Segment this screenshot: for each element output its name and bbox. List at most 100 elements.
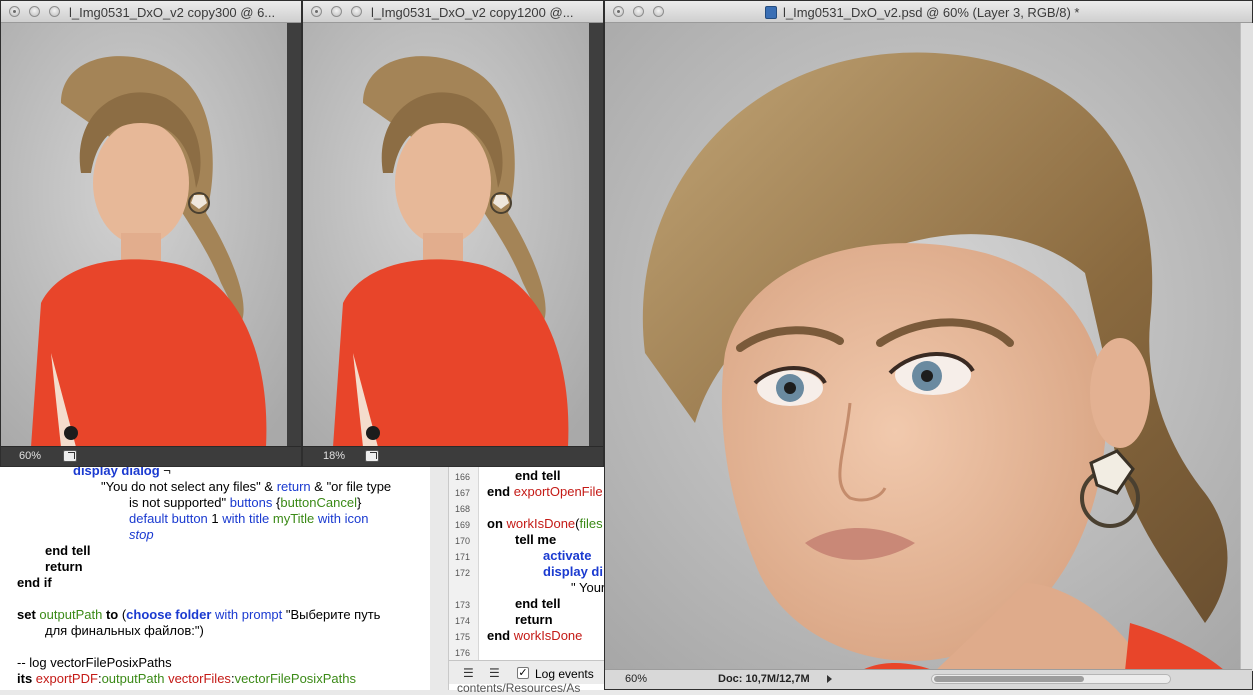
image-canvas[interactable]: [605, 23, 1240, 671]
document-window-main-psd[interactable]: l_Img0531_DxO_v2.psd @ 60% (Layer 3, RGB…: [604, 0, 1253, 690]
code-line[interactable]: "You do not select any files" & return &…: [101, 479, 391, 495]
code-line[interactable]: return: [45, 559, 83, 575]
code-line[interactable]: end tell: [515, 468, 561, 484]
code-token: exportPDF: [35, 671, 98, 686]
code-token: files: [579, 516, 603, 531]
vertical-scrollbar[interactable]: [1240, 23, 1253, 671]
code-token: & "or file type: [310, 479, 392, 494]
code-line[interactable]: display di: [543, 564, 603, 580]
code-line[interactable]: on workIsDone(files: [487, 516, 603, 532]
code-token: with icon: [317, 511, 369, 526]
code-token: myTitle: [272, 511, 315, 526]
close-icon[interactable]: [613, 6, 624, 17]
code-token: outputPath: [101, 671, 165, 686]
code-line[interactable]: default button 1 with title myTitle with…: [129, 511, 368, 527]
horizontal-scroll-thumb[interactable]: [934, 676, 1084, 682]
code-token: vectorFiles: [168, 671, 231, 686]
zoom-icon[interactable]: [49, 6, 60, 17]
code-token: display di: [543, 564, 603, 579]
window-title: l_Img0531_DxO_v2 copy1200 @...: [371, 5, 574, 20]
minimize-icon[interactable]: [633, 6, 644, 17]
code-token: outputPath: [39, 607, 103, 622]
code-line[interactable]: " Your: [571, 580, 605, 596]
code-token: " Your: [571, 580, 606, 595]
code-token: end tell: [45, 543, 91, 558]
code-token: to: [105, 607, 119, 622]
right-code-area[interactable]: end tell end exportOpenFile on workIsDone(…: [449, 460, 609, 660]
code-token: (: [118, 607, 127, 622]
log-events-checkbox[interactable]: ✓: [517, 667, 529, 679]
align-justify-icon[interactable]: ☰: [489, 666, 500, 680]
code-token: "You do not select any files" &: [101, 479, 277, 494]
code-line[interactable]: is not supported" buttons {buttonCancel}: [129, 495, 361, 511]
zoom-level[interactable]: 18%: [323, 450, 345, 462]
code-line[interactable]: end exportOpenFile: [487, 484, 603, 500]
zoom-level[interactable]: 60%: [625, 673, 647, 685]
code-line[interactable]: end tell: [45, 543, 91, 559]
log-events-label: Log events: [535, 667, 594, 681]
code-token: on: [487, 516, 503, 531]
code-token: tell me: [515, 532, 557, 547]
minimize-icon[interactable]: [29, 6, 40, 17]
code-line[interactable]: return: [515, 612, 553, 628]
code-line[interactable]: -- log vectorFilePosixPaths: [17, 655, 172, 671]
minimize-icon[interactable]: [331, 6, 342, 17]
code-line[interactable]: activate: [543, 548, 591, 564]
code-token: end tell: [515, 596, 561, 611]
left-script-editor[interactable]: display dialog ¬ "You do not select any f…: [0, 460, 430, 690]
code-line[interactable]: stop: [129, 527, 154, 543]
image-canvas[interactable]: [1, 23, 287, 447]
code-line[interactable]: set outputPath to (choose folder with pr…: [17, 607, 380, 623]
image-canvas[interactable]: [303, 23, 589, 447]
close-icon[interactable]: [311, 6, 322, 17]
vertical-scrollbar[interactable]: [589, 23, 603, 447]
horizontal-scrollbar[interactable]: [931, 674, 1171, 684]
portrait-photo: [303, 23, 589, 447]
status-menu-arrow-icon[interactable]: [827, 675, 832, 683]
window-titlebar[interactable]: l_Img0531_DxO_v2 copy300 @ 6...: [1, 1, 301, 23]
right-script-editor[interactable]: 166 167 168 169 170 171 172 173 174 175 176 end te…: [448, 460, 609, 695]
zoom-icon[interactable]: [653, 6, 664, 17]
code-token: vectorFilePosixPaths: [234, 671, 356, 686]
code-token: для финальных файлов:"): [45, 623, 204, 638]
code-line[interactable]: its exportPDF:outputPath vectorFiles:vec…: [17, 671, 356, 687]
path-text: contents/Resources/As: [457, 681, 581, 695]
code-token: with prompt: [215, 607, 283, 622]
code-line[interactable]: end workIsDone: [487, 628, 582, 644]
align-left-icon[interactable]: ☰: [463, 666, 474, 680]
code-token: workIsDone: [506, 516, 576, 531]
document-size-info[interactable]: Doc: 10,7M/12,7M: [718, 673, 810, 685]
close-icon[interactable]: [9, 6, 20, 17]
code-token: end: [487, 484, 511, 499]
code-token: activate: [543, 548, 592, 563]
code-token: return: [515, 612, 553, 627]
code-token: end if: [17, 575, 52, 590]
status-bar: 18%: [303, 446, 603, 466]
window-title: l_Img0531_DxO_v2.psd @ 60% (Layer 3, RGB…: [783, 5, 1080, 20]
zoom-level[interactable]: 60%: [19, 450, 41, 462]
code-line[interactable]: end if: [17, 575, 52, 591]
window-titlebar[interactable]: l_Img0531_DxO_v2 copy1200 @...: [303, 1, 603, 23]
code-token: buttonCancel: [280, 495, 357, 510]
share-icon[interactable]: [365, 450, 379, 462]
code-token: workIsDone: [513, 628, 583, 643]
code-token: with title: [222, 511, 270, 526]
code-token: exportOpenFile: [513, 484, 603, 499]
document-window-copy1200[interactable]: l_Img0531_DxO_v2 copy1200 @... 18%: [302, 0, 604, 467]
portrait-photo: [1, 23, 287, 447]
status-bar: 60% Doc: 10,7M/12,7M: [605, 669, 1252, 689]
window-titlebar[interactable]: l_Img0531_DxO_v2.psd @ 60% (Layer 3, RGB…: [605, 1, 1252, 23]
code-token: default button: [129, 511, 208, 526]
status-bar: 60%: [1, 446, 301, 466]
code-token: buttons: [229, 495, 273, 510]
psd-document-icon: [765, 6, 777, 19]
document-window-copy300[interactable]: l_Img0531_DxO_v2 copy300 @ 6... 60%: [0, 0, 302, 467]
code-line[interactable]: end tell: [515, 596, 561, 612]
vertical-scrollbar[interactable]: [287, 23, 301, 447]
code-line[interactable]: для финальных файлов:"): [45, 623, 204, 639]
zoom-icon[interactable]: [351, 6, 362, 17]
share-icon[interactable]: [63, 450, 77, 462]
code-token: end tell: [515, 468, 561, 483]
code-token: end: [487, 628, 511, 643]
code-line[interactable]: tell me: [515, 532, 556, 548]
